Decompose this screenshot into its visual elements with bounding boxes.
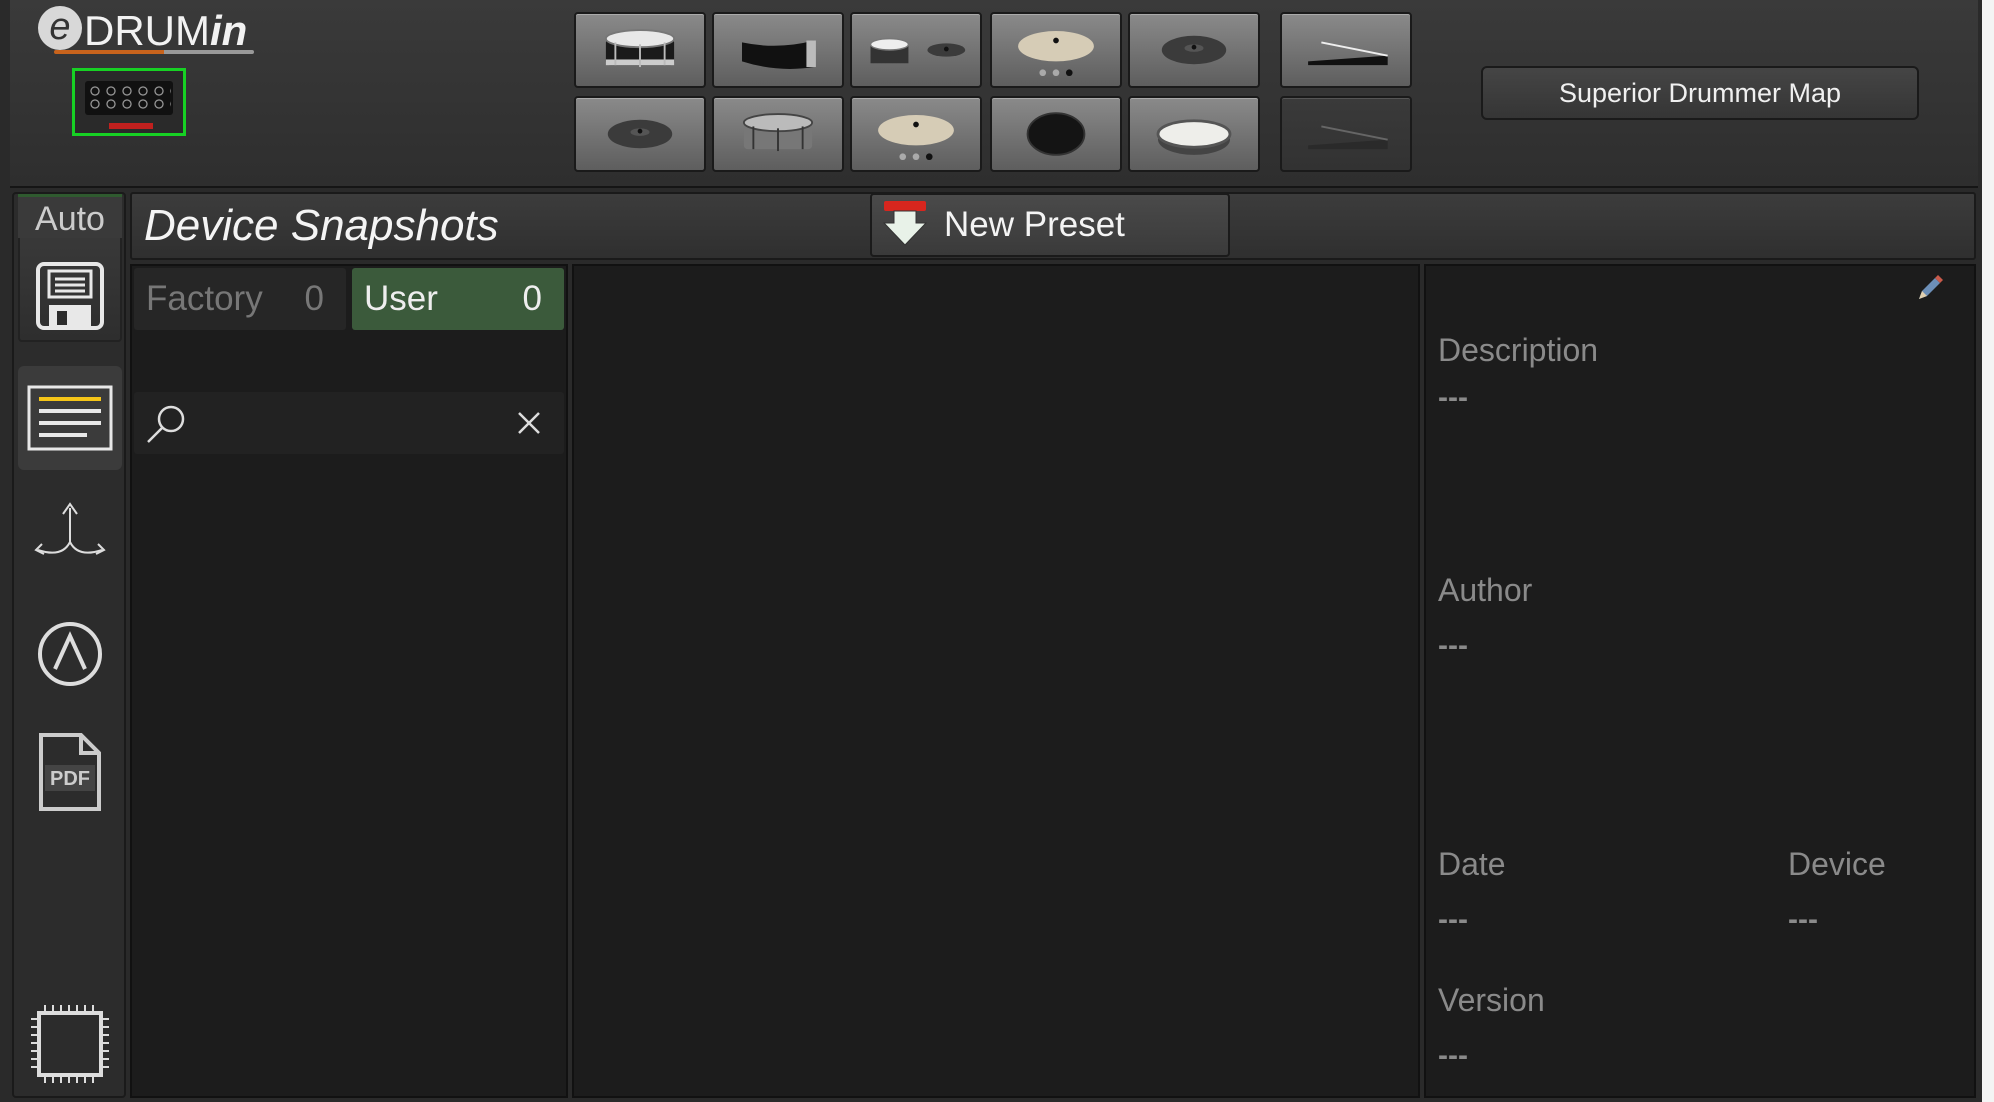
ride-cymbal-icon [1161,35,1227,65]
pad-cymbal-button[interactable] [574,96,706,172]
pad-rim-button[interactable] [712,12,844,88]
search-bar [134,392,564,454]
cymbal-3zone-icon [878,115,954,161]
auto-label: Auto [18,194,122,238]
cymbal-icon [607,119,673,149]
mesh-pad-icon [1026,112,1086,156]
pad-kick-button[interactable] [1128,96,1260,172]
list-icon [18,368,122,468]
preset-list-panel [130,264,568,1098]
pad-tom-cymbal-button[interactable] [850,12,982,88]
device-value: --- [1788,903,1818,936]
clear-search-icon[interactable] [516,410,542,436]
page-title: Device Snapshots [144,201,499,250]
pdf-icon[interactable]: PDF [18,722,122,822]
kick-pad-icon [1156,119,1232,155]
snare-drum-icon [604,29,676,68]
date-value: --- [1438,903,1468,936]
version-value: --- [1438,1039,1468,1072]
pad-hihat-pedal-button[interactable] [1280,12,1412,88]
logo-drum: DRUM [84,7,210,54]
tab-factory-label: Factory [146,279,263,318]
pad-snare-button[interactable] [574,12,706,88]
superior-drummer-map-button[interactable]: Superior Drummer Map [1481,66,1919,120]
device-select-button[interactable] [72,68,186,136]
date-label: Date [1438,846,1506,882]
tab-factory[interactable]: Factory 0 [134,268,346,330]
logo-underline [54,50,254,54]
device-label: Device [1788,846,1886,882]
device-led-indicator [109,123,153,129]
pad-ride-button[interactable] [1128,12,1260,88]
download-arrow-icon [882,201,928,246]
author-value: --- [1438,629,1468,662]
pad-pedal-dim-button[interactable] [1280,96,1412,172]
new-preset-label: New Preset [944,205,1125,244]
version-label: Version [1438,982,1545,1018]
preset-content-panel [572,264,1420,1098]
pad-mesh-button[interactable] [990,96,1122,172]
author-label: Author [1438,572,1533,608]
crash-cymbal-3zone-icon [1018,31,1094,77]
tom-and-cymbal-icon [869,37,966,64]
description-label: Description [1438,332,1599,368]
description-value: --- [1438,381,1468,414]
logo-in: in [209,7,248,54]
tab-factory-count: 0 [304,279,324,318]
pdf-icon-label: PDF [50,768,90,790]
edit-pencil-icon[interactable] [1914,274,1944,304]
tab-user[interactable]: User 0 [352,268,564,330]
tab-user-count: 0 [522,279,542,318]
pad-cymbal-3zone-button[interactable] [850,96,982,172]
preset-info-panel [1424,264,1976,1098]
edrumin-logo: e DRUMin [38,6,247,56]
tab-user-label: User [364,279,438,318]
new-preset-button[interactable]: New Preset [870,193,1230,257]
save-icon [18,246,122,346]
window-edge [1982,0,1994,1102]
pedal-dim-icon [1308,125,1388,150]
logo-e: e [38,6,82,50]
drum-shell-icon [742,113,814,152]
pad-crash-button[interactable] [990,12,1122,88]
search-input[interactable] [198,400,502,446]
rim-pad-icon [742,40,816,69]
routing-icon[interactable] [18,486,122,586]
auto-mode-icon[interactable] [18,604,122,704]
pad-drum-shell-button[interactable] [712,96,844,172]
hihat-pedal-icon [1308,41,1388,66]
search-icon [147,405,185,443]
firmware-chip-icon[interactable] [18,994,122,1094]
device-jacks-icon [89,85,171,111]
